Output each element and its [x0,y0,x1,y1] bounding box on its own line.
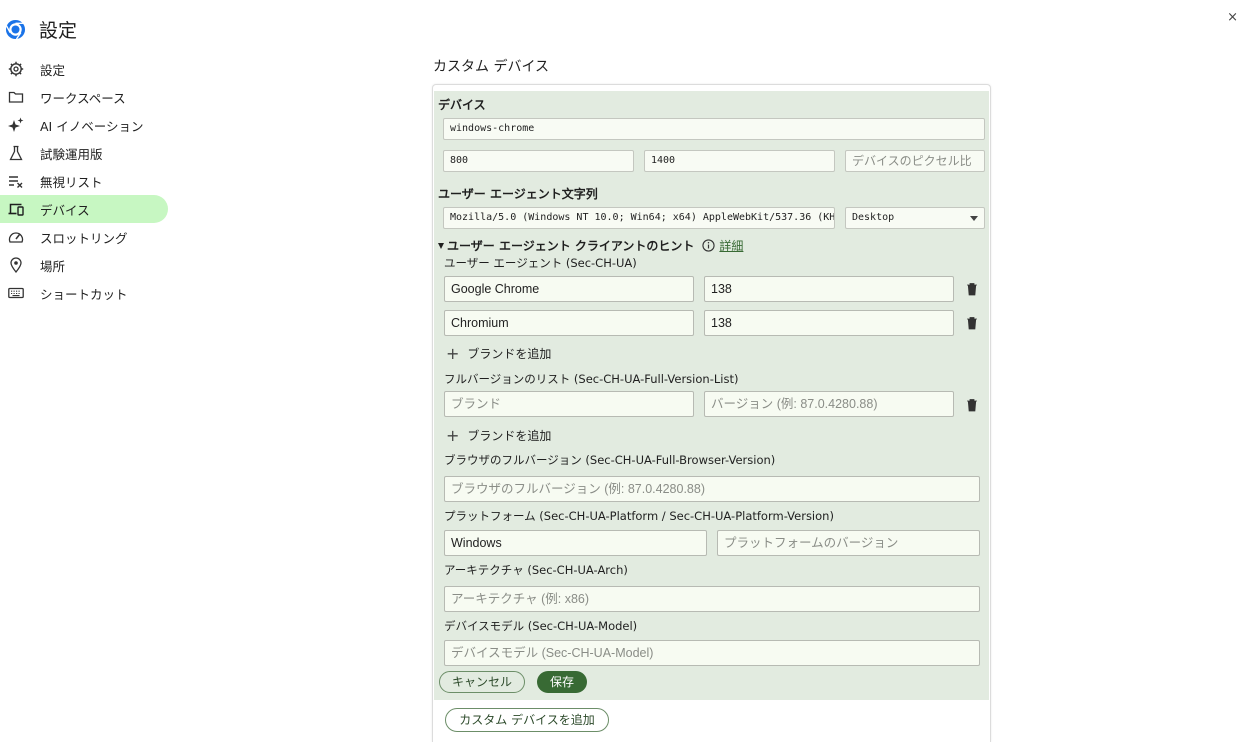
sidebar-item-shortcuts[interactable]: ショートカット [0,279,168,307]
close-icon[interactable]: × [1227,10,1238,25]
custom-device-card: デバイス windows-chrome 800 1400 デバイスのピクセル比 … [432,84,991,742]
device-height-input[interactable]: 1400 [644,150,835,172]
brand-name-input[interactable]: Chromium [444,310,694,336]
device-width-input[interactable]: 800 [443,150,634,172]
full-browser-version-label: ブラウザのフルバージョン (Sec-CH-UA-Full-Browser-Ver… [444,453,776,467]
list-ignore-icon [9,176,23,188]
sidebar-item-label: 設定 [40,62,66,78]
gear-icon [8,61,24,77]
flask-icon [9,145,23,161]
device-heading: デバイス [438,98,486,112]
devices-icon [8,203,24,216]
sidebar-item-ignore-list[interactable]: 無視リスト [0,167,168,195]
location-pin-icon [10,257,22,273]
client-hints-heading: ユーザー エージェント クライアントのヒント [447,239,695,253]
sidebar-item-devices[interactable]: デバイス [0,195,168,223]
brand-version-input[interactable]: 138 [704,310,954,336]
folder-icon [8,91,24,103]
device-pixel-ratio-input[interactable]: デバイスのピクセル比 [845,150,985,172]
add-brand-button[interactable]: + ブランドを追加 [446,345,551,362]
dropdown-arrow-icon [970,216,978,221]
device-name-input[interactable]: windows-chrome [443,118,985,140]
sidebar-item-ai-innovation[interactable]: AI イノベーション [0,111,168,139]
add-full-version-brand-button[interactable]: + ブランドを追加 [446,427,551,444]
app-header: 設定 [5,16,77,42]
cancel-button[interactable]: キャンセル [439,671,525,693]
platform-input[interactable]: Windows [444,530,707,556]
add-brand-label: ブランドを追加 [467,429,552,443]
brand-name-input[interactable]: Google Chrome [444,276,694,302]
sidebar-item-label: 試験運用版 [40,146,103,162]
full-browser-version-input[interactable]: ブラウザのフルバージョン (例: 87.0.4280.88) [444,476,980,502]
ua-heading: ユーザー エージェント文字列 [438,187,598,201]
section-title: カスタム デバイス [433,59,550,75]
sec-ch-ua-label: ユーザー エージェント (Sec-CH-UA) [444,255,637,271]
ua-type-select[interactable]: Desktop [845,207,985,229]
model-input[interactable]: デバイスモデル (Sec-CH-UA-Model) [444,640,980,666]
model-label: デバイスモデル (Sec-CH-UA-Model) [444,619,638,633]
sidebar-item-label: ショートカット [40,286,128,302]
full-version-version-input[interactable]: バージョン (例: 87.0.4280.88) [704,391,954,417]
sidebar-item-workspace[interactable]: ワークスペース [0,83,168,111]
learn-more-link[interactable]: 詳細 [719,237,743,254]
sparkle-icon [8,117,24,132]
sidebar-item-label: AI イノベーション [40,118,144,134]
delete-brand-icon[interactable] [966,282,978,296]
sidebar-item-label: スロットリング [40,230,128,246]
sidebar-item-experiments[interactable]: 試験運用版 [0,139,168,167]
delete-full-version-icon[interactable] [966,398,978,412]
chrome-logo-icon [5,19,26,39]
add-custom-device-button[interactable]: カスタム デバイスを追加 [445,708,609,732]
sidebar-item-throttling[interactable]: スロットリング [0,223,168,251]
info-icon [702,239,716,252]
sidebar: 設定 ワークスペース AI イノベーション 試験運用版 無視リスト デバイス ス… [0,55,168,307]
page-title: 設定 [39,19,78,42]
platform-label: プラットフォーム (Sec-CH-UA-Platform / Sec-CH-UA… [444,509,834,523]
plus-icon: + [446,343,460,363]
add-brand-label: ブランドを追加 [467,347,552,361]
sidebar-item-label: デバイス [40,202,90,218]
save-button[interactable]: 保存 [537,671,587,693]
full-version-list-label: フルバージョンのリスト (Sec-CH-UA-Full-Version-List… [444,372,739,386]
sidebar-item-label: 場所 [40,258,66,274]
sec-ch-ua-label-text: ユーザー エージェント (Sec-CH-UA) [444,256,637,270]
sidebar-item-location[interactable]: 場所 [0,251,168,279]
plus-icon: + [446,425,460,445]
keyboard-icon [8,287,24,299]
sidebar-item-settings[interactable]: 設定 [0,55,168,83]
sidebar-item-label: 無視リスト [40,174,103,190]
speedometer-icon [8,232,24,243]
ua-type-value: Desktop [852,212,895,223]
sidebar-item-label: ワークスペース [40,90,126,106]
delete-brand-icon[interactable] [966,316,978,330]
user-agent-input[interactable]: Mozilla/5.0 (Windows NT 10.0; Win64; x64… [443,207,835,229]
arch-input[interactable]: アーキテクチャ (例: x86) [444,586,980,612]
device-editor: デバイス windows-chrome 800 1400 デバイスのピクセル比 … [434,91,989,700]
triangle-down-icon [438,242,444,249]
arch-label: アーキテクチャ (Sec-CH-UA-Arch) [444,563,628,577]
platform-version-input[interactable]: プラットフォームのバージョン [717,530,980,556]
brand-version-input[interactable]: 138 [704,276,954,302]
client-hints-header[interactable]: ユーザー エージェント クライアントのヒント 詳細 [438,237,743,254]
full-version-brand-input[interactable]: ブランド [444,391,694,417]
